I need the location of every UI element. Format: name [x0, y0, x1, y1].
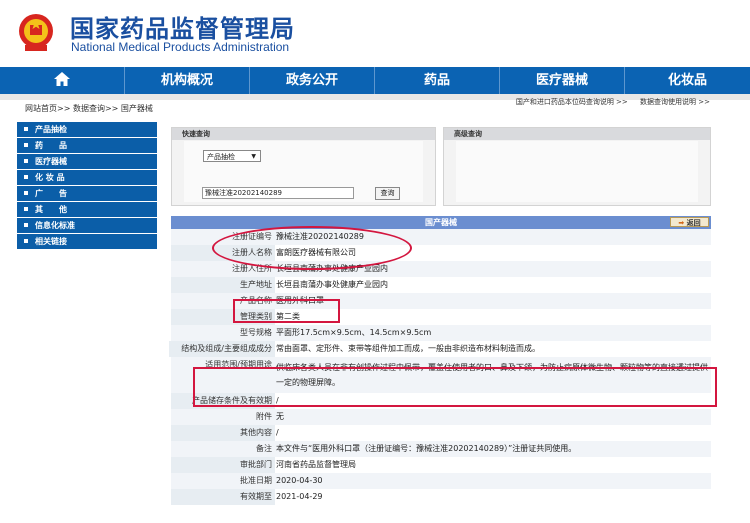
nav-item-cosmetics[interactable]: 化妆品: [625, 67, 750, 94]
row-label: 有效期至: [171, 489, 275, 505]
bullet-icon: [24, 239, 28, 243]
table-row: 附件无: [171, 409, 711, 425]
row-label: 型号规格: [171, 325, 275, 341]
sidebar: 产品抽检 药 品 医疗器械 化 妆 品 广 告 其 他 信息化标准 相关链接: [17, 122, 157, 250]
advanced-search-body: [456, 141, 698, 202]
row-label: 其他内容: [171, 425, 275, 441]
sidebar-item-label: 药 品: [35, 141, 67, 150]
nav-item-drugs[interactable]: 药品: [375, 67, 500, 94]
row-label: 生产地址: [171, 277, 275, 293]
sidebar-item-it-standards[interactable]: 信息化标准: [17, 218, 157, 233]
drug-code-help-link[interactable]: 国产和进口药品本位码查询说明 >>: [516, 98, 628, 106]
breadcrumb[interactable]: 网站首页>> 数据查询>> 国产器械: [25, 103, 153, 114]
row-label: 备注: [171, 441, 275, 457]
row-value: 无: [275, 409, 711, 425]
sidebar-item-label: 产品抽检: [35, 125, 67, 134]
sidebar-item-sampling[interactable]: 产品抽检: [17, 122, 157, 137]
nav-home[interactable]: [0, 67, 125, 94]
site-title-english: National Medical Products Administration: [71, 40, 290, 54]
table-row: 审批部门 河南省药品监督管理局: [171, 457, 711, 473]
back-button[interactable]: ➡ 返回: [670, 217, 709, 227]
bullet-icon: [24, 191, 28, 195]
search-button[interactable]: 查询: [375, 187, 400, 200]
home-icon: [54, 72, 70, 86]
query-help-link[interactable]: 数据查询使用说明 >>: [640, 98, 710, 106]
sidebar-item-medical-devices[interactable]: 医疗器械: [17, 154, 157, 169]
row-label: 结构及组成/主要组成成分: [169, 341, 275, 357]
arrow-right-icon: ➡: [678, 219, 685, 227]
row-value: 本文件与“医用外科口罩（注册证编号：豫械注准20202140289）”注册证共同…: [275, 441, 711, 457]
quick-search-title: 快速查询: [172, 128, 435, 140]
sidebar-item-label: 广 告: [35, 189, 67, 198]
site-header: 国家药品监督管理局 National Medical Products Admi…: [0, 0, 750, 66]
annotation-box-intended-use: [193, 367, 717, 407]
sidebar-item-other[interactable]: 其 他: [17, 202, 157, 217]
result-table-header: 国产器械 ➡ 返回: [171, 216, 711, 229]
back-button-label: 返回: [686, 219, 701, 227]
row-value: 常由面罩、定形件、束带等组件加工而成，一般由非织造布材料制造而成。: [275, 341, 711, 357]
advanced-search-title: 高级查询: [444, 128, 710, 140]
search-input[interactable]: 豫械注准20202140289: [202, 187, 354, 199]
sidebar-item-label: 化 妆 品: [35, 173, 65, 182]
annotation-oval-registration: [212, 226, 412, 270]
sidebar-item-label: 医疗器械: [35, 157, 67, 166]
quick-search-panel: 快速查询 产品抽检 ▼ 豫械注准20202140289 查询: [171, 127, 436, 206]
sidebar-item-label: 相关链接: [35, 237, 67, 246]
bullet-icon: [24, 175, 28, 179]
row-label: 审批部门: [171, 457, 275, 473]
table-row: 批准日期 2020-04-30: [171, 473, 711, 489]
category-select[interactable]: 产品抽检 ▼: [203, 150, 261, 162]
row-value: 平面形17.5cm×9.5cm、14.5cm×9.5cm: [275, 325, 711, 341]
sidebar-item-label: 其 他: [35, 205, 67, 214]
sidebar-item-ads[interactable]: 广 告: [17, 186, 157, 201]
table-row: 备注 本文件与“医用外科口罩（注册证编号：豫械注准20202140289）”注册证…: [171, 441, 711, 457]
row-label: 批准日期: [171, 473, 275, 489]
row-value: /: [275, 425, 711, 441]
row-label: 附件: [171, 409, 275, 425]
table-row: 有效期至 2021-04-29: [171, 489, 711, 505]
main-nav: 机构概况 政务公开 药品 医疗器械 化妆品: [0, 67, 750, 94]
row-value: 2020-04-30: [275, 473, 711, 489]
table-row: 结构及组成/主要组成成分 常由面罩、定形件、束带等组件加工而成，一般由非织造布材料…: [169, 341, 711, 357]
bullet-icon: [24, 223, 28, 227]
row-value: 河南省药品监督管理局: [275, 457, 711, 473]
table-row: 型号规格 平面形17.5cm×9.5cm、14.5cm×9.5cm: [171, 325, 711, 341]
bullet-icon: [24, 143, 28, 147]
sidebar-item-related-links[interactable]: 相关链接: [17, 234, 157, 249]
nav-item-government-affairs[interactable]: 政务公开: [250, 67, 375, 94]
bullet-icon: [24, 127, 28, 131]
advanced-search-panel: 高级查询: [443, 127, 711, 206]
quick-search-body: 产品抽检 ▼ 豫械注准20202140289 查询: [184, 141, 423, 202]
table-row: 生产地址 长垣县南蒲办事处健康产业园内: [171, 277, 711, 293]
sidebar-item-label: 信息化标准: [35, 221, 75, 230]
row-value: 医用外科口罩: [275, 293, 711, 309]
category-select-value: 产品抽检: [207, 153, 235, 161]
sidebar-item-cosmetics[interactable]: 化 妆 品: [17, 170, 157, 185]
table-row: 其他内容 /: [171, 425, 711, 441]
result-table-title: 国产器械: [425, 218, 457, 227]
annotation-box-product-name: [233, 299, 340, 323]
bullet-icon: [24, 207, 28, 211]
row-value: 长垣县南蒲办事处健康产业园内: [275, 277, 711, 293]
sidebar-item-drugs[interactable]: 药 品: [17, 138, 157, 153]
bullet-icon: [24, 159, 28, 163]
dropdown-arrow-icon: ▼: [251, 153, 256, 160]
site-title: 国家药品监督管理局: [70, 15, 295, 43]
national-emblem-icon: [19, 14, 53, 51]
row-value: 第二类: [275, 309, 711, 325]
nav-item-organization[interactable]: 机构概况: [125, 67, 250, 94]
top-links: 国产和进口药品本位码查询说明 >> 数据查询使用说明 >>: [506, 97, 710, 107]
row-value: 2021-04-29: [275, 489, 711, 505]
nav-item-medical-devices[interactable]: 医疗器械: [500, 67, 625, 94]
